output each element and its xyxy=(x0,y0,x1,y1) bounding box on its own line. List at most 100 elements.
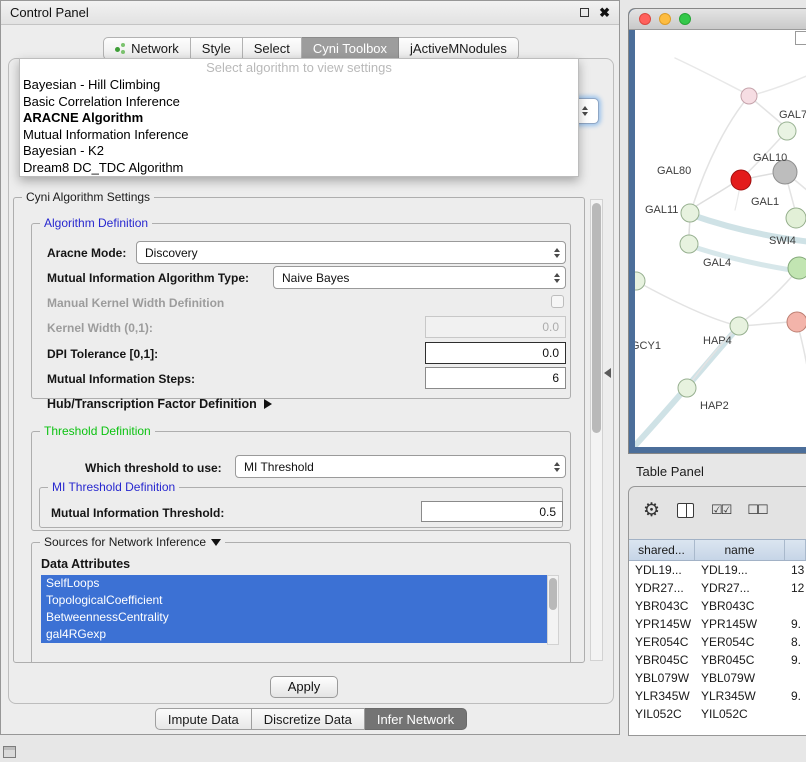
attribute-item-betweennesscentrality[interactable]: BetweennessCentrality xyxy=(41,609,547,626)
manual-kernel-checkbox[interactable] xyxy=(551,295,564,308)
table-cell: 8. xyxy=(785,633,806,651)
algorithm-option-bayesian-hill-climbing[interactable]: Bayesian - Hill Climbing xyxy=(20,77,578,94)
which-threshold-label: Which threshold to use: xyxy=(85,461,222,475)
algorithm-option-bayesian-k2[interactable]: Bayesian - K2 xyxy=(20,143,578,160)
table-row[interactable]: YLR345WYLR345W9. xyxy=(629,687,806,705)
attribute-item-topologicalcoefficient[interactable]: TopologicalCoefficient xyxy=(41,592,547,609)
network-view-window: GAL7GAL80GAL10GAL11GAL1SWI4GAL4GCY1HAP4H… xyxy=(628,8,806,454)
mi-threshold-input[interactable] xyxy=(421,501,563,522)
table-row[interactable]: YBR045CYBR045C9. xyxy=(629,651,806,669)
network-edge[interactable] xyxy=(675,58,743,92)
network-edge[interactable] xyxy=(797,322,806,412)
tab-style[interactable]: Style xyxy=(191,37,243,60)
which-threshold-select[interactable]: MI Threshold xyxy=(235,455,566,478)
show-columns-icon[interactable] xyxy=(677,503,694,518)
mi-threshold-group-title: MI Threshold Definition xyxy=(48,480,179,494)
network-edge[interactable] xyxy=(749,74,806,96)
table-row[interactable]: YBR043CYBR043C xyxy=(629,597,806,615)
control-panel-titlebar: Control Panel ✖ xyxy=(1,1,619,25)
algorithm-option-aracne-algorithm[interactable]: ARACNE Algorithm xyxy=(20,110,578,127)
float-panel-icon[interactable] xyxy=(580,8,589,17)
data-attributes-list[interactable]: SelfLoopsTopologicalCoefficientBetweenne… xyxy=(41,575,547,643)
settings-scrollbar[interactable] xyxy=(590,199,603,661)
hub-definition-toggle[interactable]: Hub/Transcription Factor Definition xyxy=(47,397,272,411)
algorithm-option-basic-correlation-inference[interactable]: Basic Correlation Inference xyxy=(20,94,578,111)
table-row[interactable]: YBL079WYBL079W xyxy=(629,669,806,687)
table-row[interactable]: YPR145WYPR145W9. xyxy=(629,615,806,633)
collapse-down-icon[interactable] xyxy=(211,539,221,546)
network-node[interactable] xyxy=(681,204,699,222)
network-node[interactable] xyxy=(778,122,796,140)
table-cell: YDR27... xyxy=(695,579,785,597)
tab-cyni-toolbox[interactable]: Cyni Toolbox xyxy=(302,37,399,60)
splitter-collapse-arrow[interactable] xyxy=(604,368,611,378)
network-node-label: GAL10 xyxy=(753,152,787,164)
algorithm-option-mutual-information-inference[interactable]: Mutual Information Inference xyxy=(20,127,578,144)
bottom-tab-infer-network[interactable]: Infer Network xyxy=(365,708,467,730)
kernel-width-input[interactable] xyxy=(425,316,566,338)
table-cell: 9. xyxy=(785,687,806,705)
table-cell: YLR345W xyxy=(629,687,695,705)
network-node[interactable] xyxy=(787,312,806,332)
network-node[interactable] xyxy=(680,235,698,253)
hub-definition-label: Hub/Transcription Factor Definition xyxy=(47,397,257,411)
network-node[interactable] xyxy=(730,317,748,335)
tab-bar: Network Style SelectCyni ToolboxjActiveMNo… xyxy=(1,37,621,60)
table-row[interactable]: YDL19...YDL19...13 xyxy=(629,561,806,579)
column-header-partial[interactable] xyxy=(785,540,806,560)
close-window-icon[interactable] xyxy=(639,13,651,25)
network-node[interactable] xyxy=(741,88,757,104)
network-edge[interactable] xyxy=(636,281,731,324)
network-canvas-svg: GAL7GAL80GAL10GAL11GAL1SWI4GAL4GCY1HAP4H… xyxy=(635,30,806,447)
column-header-shared-name[interactable]: shared... xyxy=(629,540,695,560)
network-node-label: HAP4 xyxy=(703,335,732,347)
control-panel-title: Control Panel xyxy=(10,5,89,20)
bottom-tab-impute-data[interactable]: Impute Data xyxy=(155,708,252,730)
mi-steps-input[interactable] xyxy=(425,367,566,389)
minimized-panel-icon[interactable] xyxy=(3,746,16,758)
table-row[interactable]: YIL052CYIL052C xyxy=(629,705,806,723)
settings-scrollbar-thumb[interactable] xyxy=(592,203,601,433)
select-all-columns-icon[interactable]: ☑☑ xyxy=(711,502,730,518)
network-node[interactable] xyxy=(788,257,806,279)
table-cell: 9. xyxy=(785,615,806,633)
table-cell: YLR345W xyxy=(695,687,785,705)
network-canvas[interactable]: GAL7GAL80GAL10GAL11GAL1SWI4GAL4GCY1HAP4H… xyxy=(635,30,806,447)
close-panel-icon[interactable]: ✖ xyxy=(599,7,610,19)
attributes-list-scrollbar[interactable] xyxy=(547,575,559,645)
table-row[interactable]: YER054CYER054C8. xyxy=(629,633,806,651)
network-node[interactable] xyxy=(635,272,645,290)
settings-group-title: Cyni Algorithm Settings xyxy=(22,190,154,204)
table-panel-title: Table Panel xyxy=(636,464,704,479)
attributes-scrollbar-thumb[interactable] xyxy=(549,578,557,610)
network-window-titlebar xyxy=(629,9,806,30)
tab-label: Style xyxy=(202,41,231,56)
zoom-window-icon[interactable] xyxy=(679,13,691,25)
network-node[interactable] xyxy=(678,379,696,397)
algorithm-option-dream8-dc-tdc-algorithm[interactable]: Dream8 DC_TDC Algorithm xyxy=(20,160,578,177)
column-header-name[interactable]: name xyxy=(695,540,785,560)
network-node-label: GCY1 xyxy=(635,340,661,352)
tab-label: Network xyxy=(131,41,179,56)
apply-button[interactable]: Apply xyxy=(270,676,338,698)
table-toolbar: ⚙ ☑☑ ☐☐ xyxy=(629,487,806,533)
table-row[interactable]: YDR27...YDR27...12 xyxy=(629,579,806,597)
tab-network[interactable]: Network xyxy=(103,37,191,60)
aracne-mode-select[interactable]: Discovery xyxy=(136,241,566,264)
attribute-item-gal4rgexp[interactable]: gal4RGexp xyxy=(41,626,547,643)
network-node[interactable] xyxy=(731,170,751,190)
aracne-mode-value: Discovery xyxy=(145,246,554,260)
attribute-item-selfloops[interactable]: SelfLoops xyxy=(41,575,547,592)
table-settings-gear-icon[interactable]: ⚙ xyxy=(643,501,660,520)
algorithm-popup-placeholder: Select algorithm to view settings xyxy=(20,59,578,77)
bottom-tab-discretize-data[interactable]: Discretize Data xyxy=(252,708,365,730)
network-node[interactable] xyxy=(786,208,806,228)
table-cell: YDL19... xyxy=(695,561,785,579)
minimize-window-icon[interactable] xyxy=(659,13,671,25)
unselect-all-columns-icon[interactable]: ☐☐ xyxy=(747,502,766,518)
mi-algorithm-type-select[interactable]: Naive Bayes xyxy=(273,266,566,289)
tab-jactivemnodules[interactable]: jActiveMNodules xyxy=(399,37,519,60)
tab-select[interactable]: Select xyxy=(243,37,302,60)
dpi-tolerance-input[interactable] xyxy=(425,342,566,364)
table-header: shared... name xyxy=(629,539,806,561)
